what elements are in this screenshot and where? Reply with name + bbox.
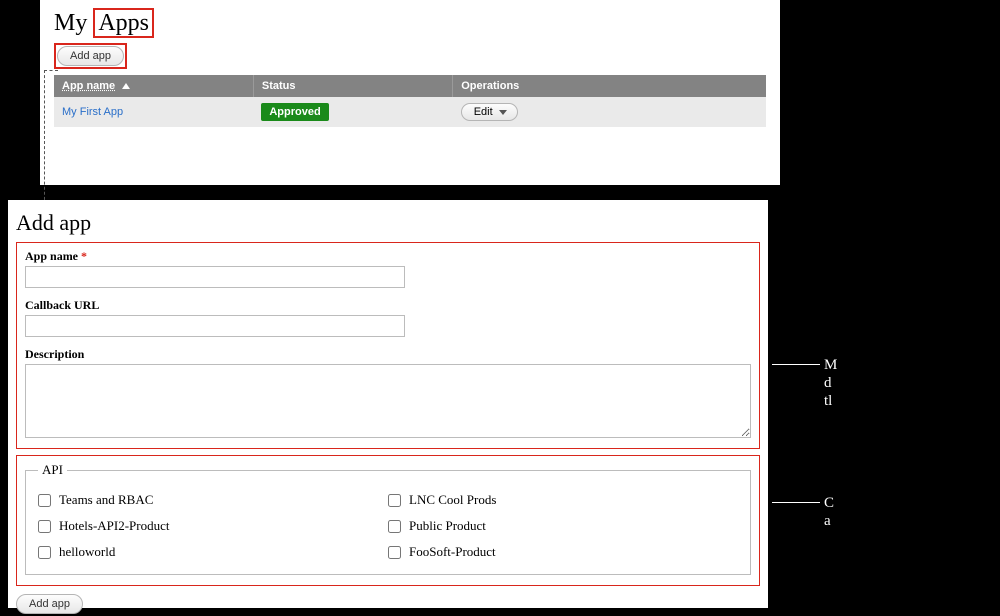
annotation-leader-1 [772, 364, 820, 365]
page-title: My Apps [54, 10, 766, 37]
form-fields-highlight: App name * Callback URL Description [16, 242, 760, 449]
submit-add-app-button[interactable]: Add app [16, 594, 83, 614]
annotation-line: tl [824, 392, 837, 410]
annotation-line: M [824, 356, 837, 374]
api-legend: API [38, 462, 67, 478]
col-operations: Operations [453, 75, 766, 97]
chevron-down-icon [499, 110, 507, 115]
api-section-highlight: API Teams and RBAC Hotels-API2-Product h… [16, 455, 760, 586]
annotation-line: C [824, 494, 834, 512]
callout-dash-horizontal [44, 70, 58, 71]
api-item[interactable]: FooSoft-Product [388, 544, 738, 560]
title-prefix: My [54, 10, 93, 36]
app-name-label: App name * [25, 249, 751, 264]
api-item-label: LNC Cool Prods [409, 492, 496, 508]
api-item-label: Teams and RBAC [59, 492, 153, 508]
api-col-left: Teams and RBAC Hotels-API2-Product hello… [38, 492, 388, 560]
api-item-label: helloworld [59, 544, 115, 560]
status-badge: Approved [261, 103, 328, 121]
app-name-link[interactable]: My First App [62, 106, 123, 118]
api-col-right: LNC Cool Prods Public Product FooSoft-Pr… [388, 492, 738, 560]
col-app-name-label: App name [62, 80, 115, 92]
col-app-name[interactable]: App name [54, 75, 253, 97]
callback-url-input[interactable] [25, 315, 405, 337]
api-item-label: FooSoft-Product [409, 544, 496, 560]
api-item[interactable]: Teams and RBAC [38, 492, 388, 508]
add-app-highlight-box: Add app [54, 43, 127, 69]
annotation-text-1: M d tl [824, 356, 837, 410]
edit-button-label: Edit [474, 106, 493, 118]
submit-row: Add app [16, 594, 760, 614]
title-highlight: Apps [93, 8, 154, 38]
api-checkbox[interactable] [38, 494, 51, 507]
annotation-line: a [824, 512, 834, 530]
api-item-label: Hotels-API2-Product [59, 518, 170, 534]
my-apps-panel: My Apps Add app App name Status Operatio… [40, 0, 780, 185]
api-columns: Teams and RBAC Hotels-API2-Product hello… [38, 492, 738, 560]
add-app-panel: Add app App name * Callback URL Descript… [8, 200, 768, 608]
add-app-title: Add app [16, 210, 760, 236]
callout-dash-vertical [44, 70, 45, 210]
api-fieldset: API Teams and RBAC Hotels-API2-Product h… [25, 462, 751, 575]
api-item[interactable]: Hotels-API2-Product [38, 518, 388, 534]
table-row: My First App Approved Edit [54, 97, 766, 127]
apps-table: App name Status Operations My First App … [54, 75, 766, 127]
api-item[interactable]: LNC Cool Prods [388, 492, 738, 508]
api-checkbox[interactable] [38, 520, 51, 533]
sort-asc-icon [122, 83, 130, 89]
callback-url-label: Callback URL [25, 298, 751, 313]
app-name-input[interactable] [25, 266, 405, 288]
add-app-button[interactable]: Add app [57, 46, 124, 66]
api-checkbox[interactable] [38, 546, 51, 559]
api-checkbox[interactable] [388, 494, 401, 507]
api-checkbox[interactable] [388, 520, 401, 533]
annotation-text-2: C a [824, 494, 834, 530]
description-label: Description [25, 347, 751, 362]
col-status: Status [253, 75, 452, 97]
api-item[interactable]: Public Product [388, 518, 738, 534]
edit-button[interactable]: Edit [461, 103, 518, 121]
api-checkbox[interactable] [388, 546, 401, 559]
annotation-line: d [824, 374, 837, 392]
annotation-leader-2 [772, 502, 820, 503]
app-name-label-text: App name [25, 249, 78, 263]
api-item[interactable]: helloworld [38, 544, 388, 560]
table-header-row: App name Status Operations [54, 75, 766, 97]
api-item-label: Public Product [409, 518, 486, 534]
required-asterisk: * [81, 249, 87, 263]
description-textarea[interactable] [25, 364, 751, 438]
